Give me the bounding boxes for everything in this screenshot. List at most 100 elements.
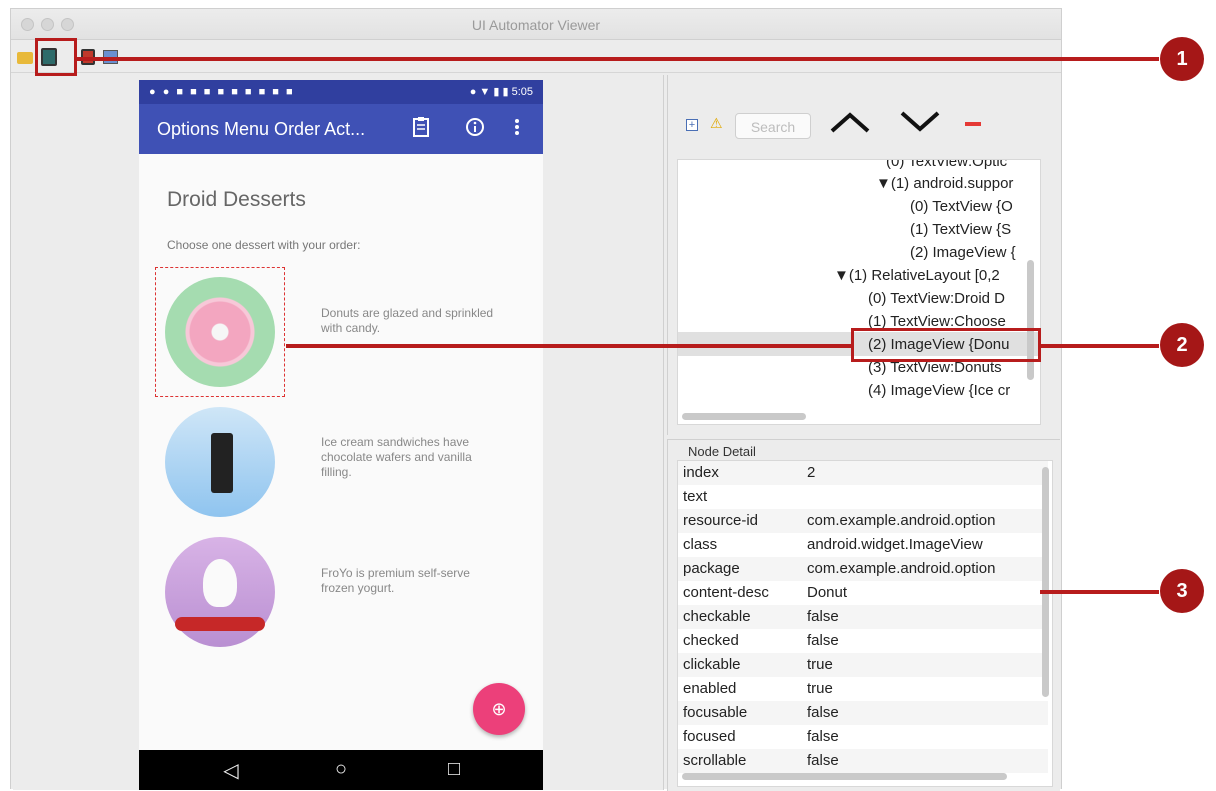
notification-icons: ● ● ■ ■ ■ ■ ■ ■ ■ ■ ■ bbox=[149, 86, 295, 98]
donut-description: Donuts are glazed and sprinkled with can… bbox=[321, 306, 494, 335]
detail-key: class bbox=[683, 536, 718, 553]
screenshot-panel: ● ● ■ ■ ■ ■ ■ ■ ■ ■ ■ ● ▼ ▮ ▮ 5:05 Optio… bbox=[13, 75, 664, 790]
hierarchy-toolbar: + ⚠ Search bbox=[668, 75, 1060, 159]
detail-value[interactable]: android.widget.ImageView bbox=[807, 536, 983, 553]
callout-line-3 bbox=[1040, 590, 1159, 594]
clipboard-icon[interactable] bbox=[411, 117, 431, 142]
status-time: 5:05 bbox=[511, 86, 533, 98]
uiautomator-window: UI Automator Viewer ● ● ■ ■ ■ ■ ■ ■ ■ ■ … bbox=[10, 8, 1062, 791]
callout-line-1 bbox=[77, 57, 1159, 61]
status-clock: ● ▼ ▮ ▮ 5:05 bbox=[470, 85, 533, 98]
recents-icon[interactable]: □ bbox=[439, 758, 469, 781]
ice-cream-sandwich-description: Ice cream sandwiches have chocolate wafe… bbox=[321, 435, 472, 479]
minus-icon[interactable] bbox=[965, 122, 981, 126]
status-system-icons: ● ▼ ▮ ▮ bbox=[469, 86, 512, 98]
open-folder-icon[interactable] bbox=[17, 52, 33, 64]
page-heading: Droid Desserts bbox=[167, 188, 306, 211]
expand-all-icon[interactable]: + bbox=[686, 119, 698, 131]
home-icon[interactable]: ○ bbox=[326, 758, 356, 781]
detail-value[interactable]: 2 bbox=[807, 464, 815, 481]
down-chevron-icon[interactable] bbox=[898, 109, 942, 140]
node-detail-table[interactable]: index 2 text resource-id com.example.andro… bbox=[677, 460, 1053, 787]
tree-node[interactable]: ▼(1) RelativeLayout [0,2 bbox=[834, 267, 1000, 284]
detail-row: class android.widget.ImageView bbox=[678, 533, 1048, 557]
overflow-menu-icon[interactable] bbox=[511, 117, 523, 142]
detail-row: clickable true bbox=[678, 653, 1048, 677]
back-icon[interactable]: ◁ bbox=[216, 758, 246, 783]
detail-value[interactable]: false bbox=[807, 632, 839, 649]
tree-node[interactable]: (0) TextView:Optic bbox=[886, 160, 1007, 170]
detail-value[interactable]: false bbox=[807, 704, 839, 721]
detail-key: focusable bbox=[683, 704, 748, 721]
tree-node[interactable]: (0) TextView {O bbox=[910, 198, 1013, 215]
detail-value[interactable]: false bbox=[807, 728, 839, 745]
tree-vertical-scrollbar[interactable] bbox=[1027, 260, 1034, 380]
sandwich-shape bbox=[211, 433, 233, 493]
node-detail-panel: Node Detail index 2 text resource-id com.e… bbox=[667, 439, 1060, 791]
tree-node[interactable]: (2) ImageView { bbox=[910, 244, 1016, 261]
detail-key: enabled bbox=[683, 680, 737, 697]
detail-value[interactable]: false bbox=[807, 608, 839, 625]
callout-line-2b bbox=[1041, 344, 1159, 348]
detail-key: resource-id bbox=[683, 512, 759, 529]
detail-key: text bbox=[683, 488, 708, 505]
froyo-description: FroYo is premium self-serve frozen yogur… bbox=[321, 566, 470, 595]
detail-key: focused bbox=[683, 728, 736, 745]
tree-node[interactable]: ▼(1) android.suppor bbox=[876, 175, 1013, 192]
detail-key: scrollable bbox=[683, 752, 747, 769]
detail-value[interactable]: com.example.android.option bbox=[807, 512, 995, 529]
detail-row: checkable false bbox=[678, 605, 1048, 629]
detail-value[interactable]: false bbox=[807, 752, 839, 769]
fab-globe-button[interactable]: ⊕ bbox=[473, 683, 525, 735]
detail-row: focused false bbox=[678, 725, 1048, 749]
detail-row: resource-id com.example.android.option bbox=[678, 509, 1048, 533]
app-bar: Options Menu Order Act... bbox=[139, 104, 543, 154]
detail-key: package bbox=[683, 560, 740, 577]
detail-row: checked false bbox=[678, 629, 1048, 653]
window-title: UI Automator Viewer bbox=[471, 17, 601, 33]
detail-key: content-desc bbox=[683, 584, 769, 601]
android-nav-bar: ◁ ○ □ bbox=[139, 750, 543, 790]
app-title: Options Menu Order Act... bbox=[157, 119, 366, 139]
detail-row: focusable false bbox=[678, 701, 1048, 725]
callout-badge-1: 1 bbox=[1160, 37, 1204, 81]
donut-image[interactable] bbox=[165, 277, 275, 387]
info-icon[interactable] bbox=[465, 117, 485, 142]
tree-node[interactable]: (4) ImageView {Ice cr bbox=[868, 382, 1010, 399]
detail-value[interactable]: true bbox=[807, 656, 833, 673]
callout-line-2a bbox=[286, 344, 851, 348]
callout-box-1 bbox=[35, 38, 77, 76]
detail-value[interactable]: Donut bbox=[807, 584, 847, 601]
title-bar: UI Automator Viewer bbox=[11, 9, 1061, 40]
warning-icon[interactable]: ⚠ bbox=[710, 115, 723, 132]
froyo-swirl bbox=[203, 559, 237, 607]
page-subheading: Choose one dessert with your order: bbox=[167, 238, 361, 252]
detail-row: text bbox=[678, 485, 1048, 509]
up-chevron-icon[interactable] bbox=[828, 109, 872, 140]
globe-icon: ⊕ bbox=[491, 699, 507, 719]
detail-key: checkable bbox=[683, 608, 751, 625]
hierarchy-tree[interactable]: (0) TextView:Optic ▼(1) android.suppor (… bbox=[677, 159, 1041, 425]
android-status-bar: ● ● ■ ■ ■ ■ ■ ■ ■ ■ ■ ● ▼ ▮ ▮ 5:05 bbox=[139, 80, 543, 104]
phone-screenshot[interactable]: ● ● ■ ■ ■ ■ ■ ■ ■ ■ ■ ● ▼ ▮ ▮ 5:05 Optio… bbox=[139, 80, 543, 790]
detail-vertical-scrollbar[interactable] bbox=[1042, 467, 1049, 697]
detail-horizontal-scrollbar[interactable] bbox=[682, 773, 1007, 780]
tree-node[interactable]: (0) TextView:Droid D bbox=[868, 290, 1005, 307]
detail-row: index 2 bbox=[678, 461, 1048, 485]
detail-value[interactable]: com.example.android.option bbox=[807, 560, 995, 577]
detail-row: scrollable false bbox=[678, 749, 1048, 773]
ice-cream-sandwich-image[interactable] bbox=[165, 407, 275, 517]
froyo-image[interactable] bbox=[165, 537, 275, 647]
detail-value[interactable]: true bbox=[807, 680, 833, 697]
callout-badge-2: 2 bbox=[1160, 323, 1204, 367]
callout-box-2 bbox=[851, 328, 1041, 362]
hierarchy-search-input[interactable]: Search bbox=[735, 113, 811, 139]
callout-badge-3: 3 bbox=[1160, 569, 1204, 613]
tree-horizontal-scrollbar[interactable] bbox=[682, 413, 806, 420]
node-detail-label: Node Detail bbox=[688, 444, 756, 459]
detail-row: package com.example.android.option bbox=[678, 557, 1048, 581]
tree-node[interactable]: (1) TextView {S bbox=[910, 221, 1011, 238]
hierarchy-panel: + ⚠ Search (0) TextView:Optic ▼(1) andro… bbox=[667, 75, 1060, 435]
strawberries bbox=[175, 617, 265, 631]
detail-row: content-desc Donut bbox=[678, 581, 1048, 605]
